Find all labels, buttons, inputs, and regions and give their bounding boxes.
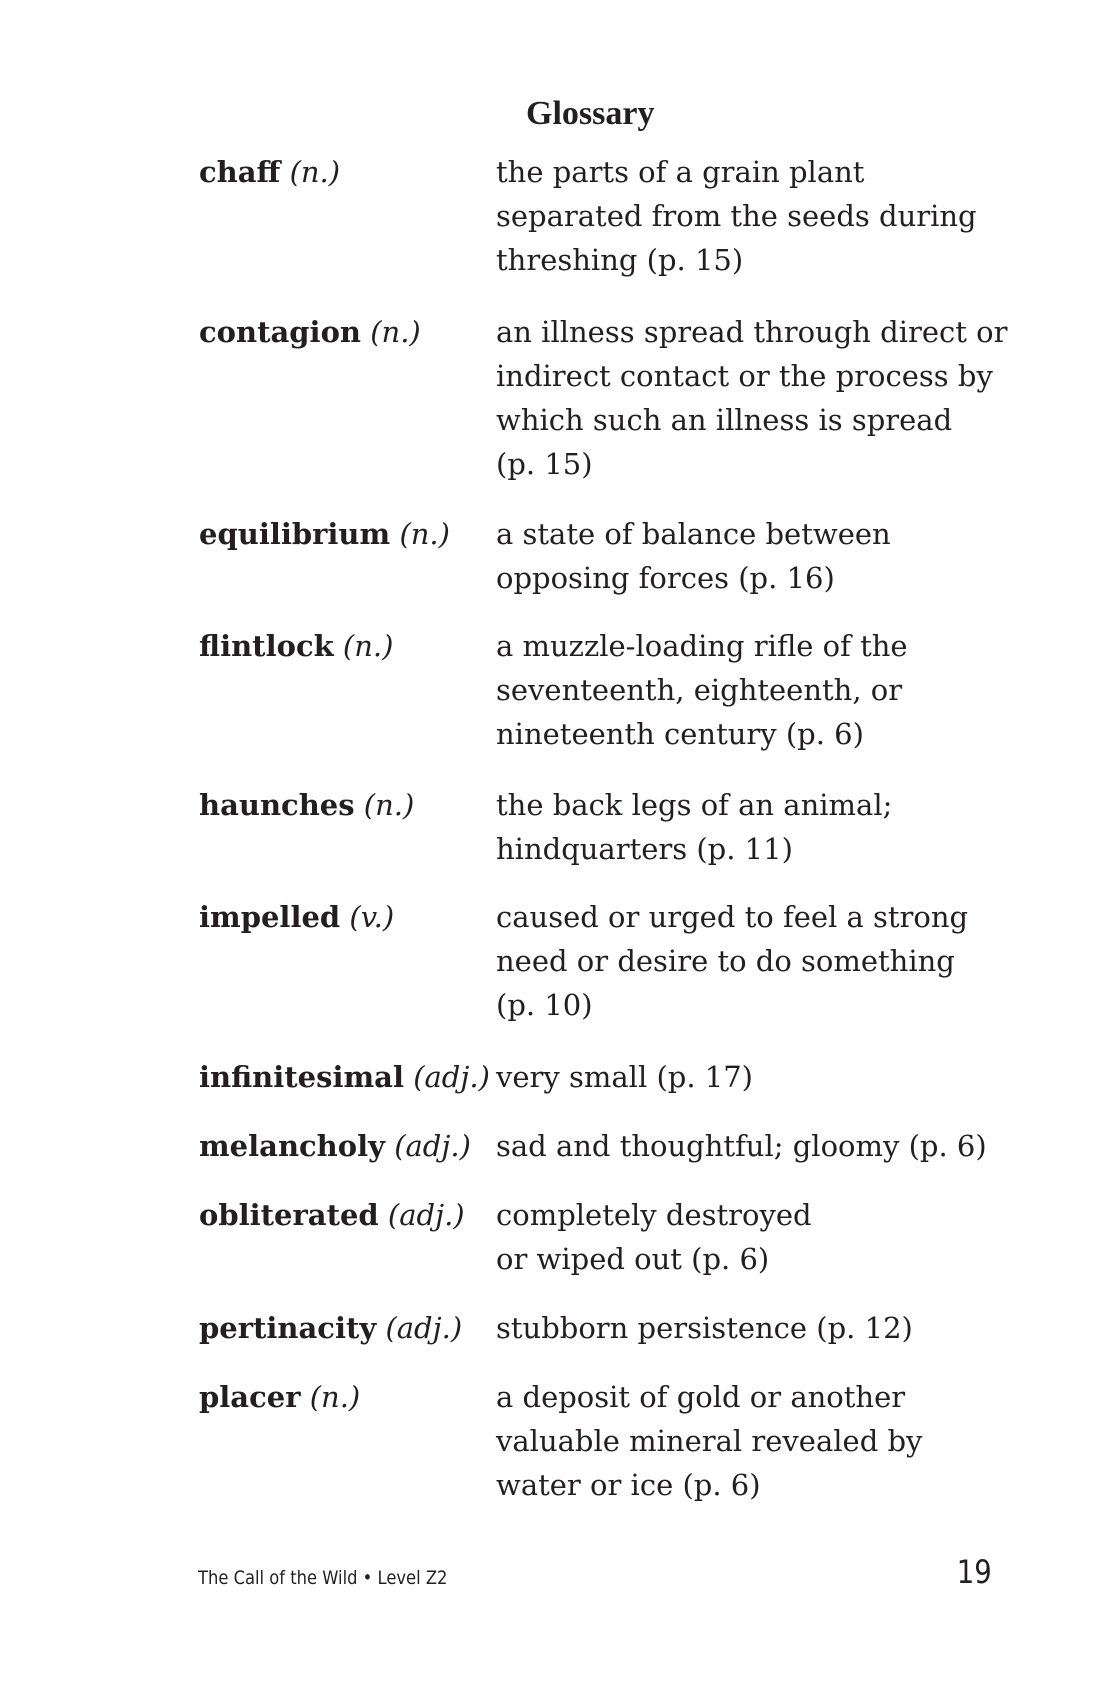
part-of-speech: (v.) [349,900,395,934]
glossary-definition: a deposit of gold or another valuable min… [496,1375,1056,1507]
glossary-term-cell: flintlock (n.) [199,624,489,668]
definition-line: or wiped out (p. 6) [496,1242,770,1276]
definition-line: which such an illness is spread [496,403,953,437]
definition-line: threshing (p. 15) [496,243,744,277]
part-of-speech: (n.) [363,788,415,822]
glossary-definition: an illness spread through direct or indir… [496,310,1056,486]
glossary-term: pertinacity [199,1311,377,1345]
glossary-term-cell: impelled (v.) [199,895,489,939]
definition-line: need or desire to do something [496,944,955,978]
glossary-term: melancholy [199,1129,385,1163]
definition-line: (p. 10) [496,988,593,1022]
footer-book-title: The Call of the Wild • Level Z2 [198,1567,448,1589]
definition-line: sad and thoughtful; gloomy (p. 6) [496,1129,987,1163]
definition-line: hindquarters (p. 11) [496,832,793,866]
page-number: 19 [956,1553,992,1591]
glossary-term: contagion [199,315,361,349]
part-of-speech: (n.) [289,155,341,189]
definition-line: nineteenth century (p. 6) [496,717,864,751]
definition-line: a muzzle-loading rifle of the [496,629,908,663]
glossary-term: flintlock [199,629,334,663]
part-of-speech: (n.) [370,315,421,349]
glossary-term: haunches [199,788,355,822]
definition-line: an illness spread through direct or [496,315,1008,349]
glossary-term: infinitesimal [199,1060,404,1094]
glossary-term: placer [199,1380,301,1414]
definition-line: a deposit of gold or another [496,1380,906,1414]
definition-line: separated from the seeds during [496,199,977,233]
glossary-definition: a muzzle-loading rifle of the seventeenth… [496,624,1056,756]
part-of-speech: (adj.) [385,1311,463,1345]
glossary-term-cell: infinitesimal (adj.) [199,1055,490,1099]
definition-line: caused or urged to feel a strong [496,900,969,934]
part-of-speech: (adj.) [413,1060,490,1094]
definition-line: valuable mineral revealed by [496,1424,923,1458]
part-of-speech: (n.) [342,629,394,663]
definition-line: water or ice (p. 6) [496,1468,761,1502]
definition-line: a state of balance between [496,517,891,551]
glossary-definition: a state of balance between opposing force… [496,512,1056,600]
definition-line: indirect contact or the process by [496,359,993,393]
definition-line: the back legs of an animal; [496,788,893,822]
glossary-term: equilibrium [199,517,391,551]
glossary-term: impelled [199,900,341,934]
glossary-term-cell: equilibrium (n.) [199,512,489,556]
glossary-term-cell: chaff (n.) [199,150,489,194]
glossary-term-cell: placer (n.) [199,1375,489,1419]
definition-line: the parts of a grain plant [496,155,865,189]
page-title: Glossary [526,95,655,132]
glossary-definition: stubborn persistence (p. 12) [496,1306,1056,1350]
glossary-definition: sad and thoughtful; gloomy (p. 6) [496,1124,1056,1168]
glossary-term: obliterated [199,1198,379,1232]
glossary-term: chaff [199,155,281,189]
definition-line: very small (p. 17) [496,1060,753,1094]
glossary-definition: completely destroyed or wiped out (p. 6) [496,1193,1056,1281]
glossary-term-cell: pertinacity (adj.) [199,1306,489,1350]
definition-line: (p. 15) [496,447,593,481]
definition-line: stubborn persistence (p. 12) [496,1311,913,1345]
part-of-speech: (adj.) [387,1198,465,1232]
document-page: Glossary chaff (n.) the parts of a grain … [0,0,1100,1700]
part-of-speech: (n.) [399,517,450,551]
glossary-term-cell: haunches (n.) [199,783,489,827]
glossary-term-cell: contagion (n.) [199,310,489,354]
glossary-definition: very small (p. 17) [496,1055,1056,1099]
glossary-term-cell: obliterated (adj.) [199,1193,489,1237]
glossary-term-cell: melancholy (adj.) [199,1124,489,1168]
part-of-speech: (adj.) [394,1129,471,1163]
glossary-definition: caused or urged to feel a strong need or … [496,895,1056,1027]
part-of-speech: (n.) [309,1380,361,1414]
definition-line: opposing forces (p. 16) [496,561,835,595]
definition-line: completely destroyed [496,1198,812,1232]
glossary-definition: the back legs of an animal; hindquarters … [496,783,1056,871]
glossary-definition: the parts of a grain plant separated from… [496,150,1056,282]
definition-line: seventeenth, eighteenth, or [496,673,903,707]
